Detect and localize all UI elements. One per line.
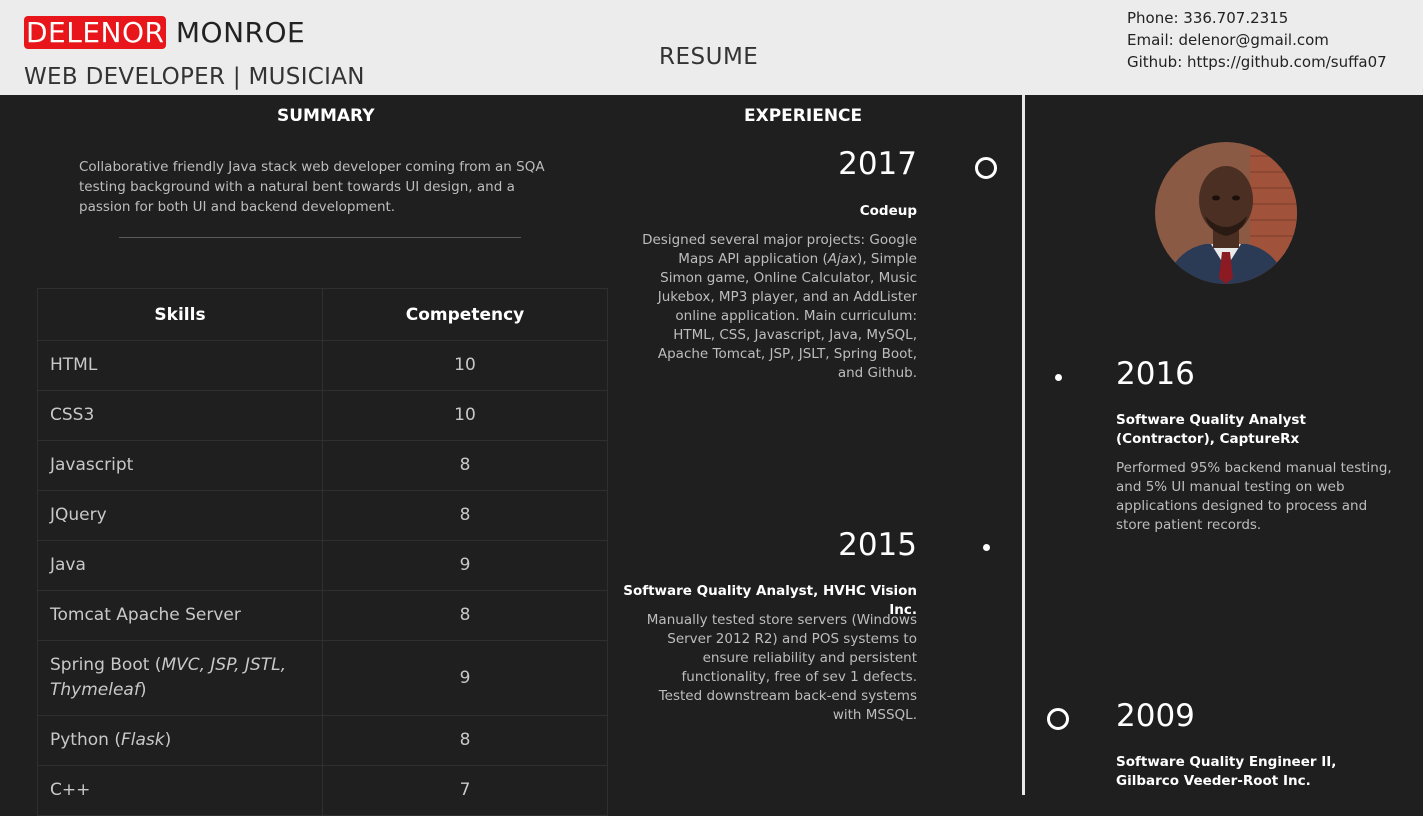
skill-score: 9: [322, 540, 608, 591]
table-row: Java 9: [37, 540, 608, 591]
timeline-description: Performed 95% backend manual testing, an…: [1116, 460, 1392, 533]
skill-name: Spring Boot (MVC, JSP, JSTL, Thymeleaf): [37, 640, 323, 716]
timeline-year: 2009: [1116, 698, 1195, 734]
skill-name: Java: [37, 540, 323, 591]
skill-score: 8: [322, 490, 608, 541]
timeline-year: 2017: [838, 146, 917, 182]
profile-avatar: [1155, 142, 1297, 284]
skill-name: Javascript: [37, 440, 323, 491]
table-row: Tomcat Apache Server 8: [37, 590, 608, 641]
timeline-line: [1022, 95, 1025, 795]
contact-email: Email: delenor@gmail.com: [1127, 31, 1329, 49]
skill-name-tail: ): [139, 680, 147, 700]
timeline-dot-marker: [1055, 374, 1062, 381]
skills-column-header: Skills: [37, 288, 323, 341]
timeline-ring-marker: [1047, 708, 1069, 730]
timeline-description-tail: ), Simple Simon game, Online Calculator,…: [657, 251, 917, 381]
timeline-year: 2016: [1116, 356, 1195, 392]
table-row: HTML 10: [37, 340, 608, 391]
page-title: RESUME: [659, 44, 759, 70]
table-row: Javascript 8: [37, 440, 608, 491]
skill-score: 10: [322, 340, 608, 391]
skill-score: 8: [322, 715, 608, 766]
table-row: CSS3 10: [37, 390, 608, 441]
contact-info: Phone: 336.707.2315 Email: delenor@gmail…: [1127, 7, 1387, 73]
summary-divider: [119, 237, 521, 238]
skill-score: 9: [322, 640, 608, 716]
summary-heading: SUMMARY: [277, 106, 375, 126]
skill-name-text: Spring Boot (: [50, 655, 162, 675]
skill-name-tail: ): [164, 730, 172, 750]
skill-name: Python (Flask): [37, 715, 323, 766]
timeline-year: 2015: [838, 527, 917, 563]
contact-github: Github: https://github.com/suffa07: [1127, 53, 1387, 71]
timeline-description-detail: Ajax: [827, 251, 858, 267]
skill-score: 8: [322, 590, 608, 641]
skill-score: 10: [322, 390, 608, 441]
page-header: DELENOR MONROE WEB DEVELOPER | MUSICIAN …: [0, 0, 1423, 95]
skill-name: HTML: [37, 340, 323, 391]
full-name: DELENOR MONROE: [24, 16, 305, 49]
skill-name: JQuery: [37, 490, 323, 541]
skill-score: 7: [322, 765, 608, 816]
table-row: JQuery 8: [37, 490, 608, 541]
skills-table: Skills Competency HTML 10 CSS3 10 Javasc…: [37, 288, 608, 816]
first-name-highlight: DELENOR: [24, 16, 167, 49]
skill-score: 8: [322, 440, 608, 491]
skill-name-detail: Flask: [120, 730, 165, 750]
summary-text: Collaborative friendly Java stack web de…: [79, 159, 545, 215]
table-header-row: Skills Competency: [37, 288, 608, 341]
contact-phone: Phone: 336.707.2315: [1127, 9, 1289, 27]
competency-column-header: Competency: [322, 288, 608, 341]
tagline: WEB DEVELOPER | MUSICIAN: [24, 64, 365, 90]
skill-name: C++: [37, 765, 323, 816]
table-row: C++ 7: [37, 765, 608, 816]
timeline-role: Codeup: [859, 203, 917, 219]
timeline-ring-marker: [975, 157, 997, 179]
table-row: Spring Boot (MVC, JSP, JSTL, Thymeleaf) …: [37, 640, 608, 716]
timeline-description: Designed several major projects: Google …: [637, 231, 917, 383]
skill-name: CSS3: [37, 390, 323, 441]
timeline-description: Manually tested store servers (Windows S…: [646, 612, 917, 723]
table-row: Python (Flask) 8: [37, 715, 608, 766]
timeline-role: Software Quality Engineer II, Gilbarco V…: [1116, 754, 1337, 789]
timeline-dot-marker: [983, 544, 990, 551]
skill-name-text: Python (: [50, 730, 121, 750]
last-name: MONROE: [166, 16, 306, 49]
experience-heading: EXPERIENCE: [744, 106, 863, 126]
skill-name: Tomcat Apache Server: [37, 590, 323, 641]
timeline-role: Software Quality Analyst (Contractor), C…: [1116, 412, 1306, 447]
